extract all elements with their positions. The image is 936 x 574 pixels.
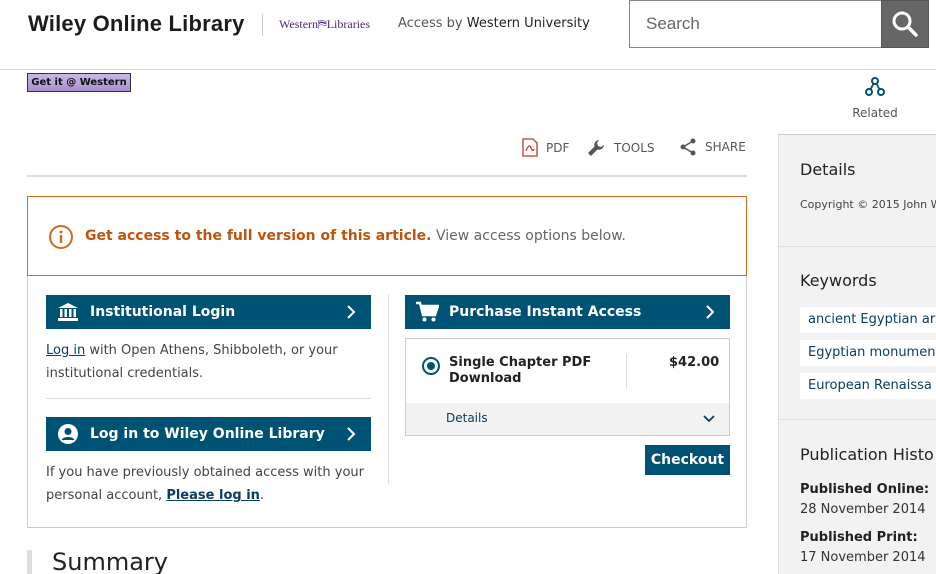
share-button[interactable]: SHARE [679, 138, 746, 156]
share-icon [680, 138, 696, 156]
product-radio[interactable] [422, 357, 440, 375]
published-print-value: 17 November 2014 [800, 550, 926, 565]
related-icon [865, 77, 885, 96]
institutional-text-line2: institutional credentials. [46, 366, 204, 381]
sidebar-divider [779, 246, 936, 247]
keyword-link[interactable]: European Renaissa [800, 373, 936, 399]
related-tab-label: Related [852, 106, 898, 120]
share-label: SHARE [705, 140, 746, 154]
tools-button[interactable]: TOOLS [586, 138, 655, 158]
published-online-value: 28 November 2014 [800, 502, 926, 517]
institutional-login-link[interactable]: Log in [46, 343, 85, 358]
product-option: Single Chapter PDF Download $42.00 Detai… [405, 338, 730, 436]
chevron-right-icon [706, 305, 715, 319]
purchase-instant-access-button[interactable]: Purchase Instant Access [405, 295, 730, 329]
product-name: Single Chapter PDF Download [449, 355, 592, 386]
sidebar-divider [779, 419, 936, 420]
wiley-login-text: If you have previously obtained access w… [46, 461, 376, 507]
keyword-link[interactable]: ancient Egyptian ar [800, 307, 936, 333]
alert-message: Get access to the full version of this a… [85, 228, 626, 244]
access-by-label: Access by [398, 16, 463, 31]
product-details-label: Details [446, 411, 488, 425]
search-field[interactable] [629, 0, 881, 48]
pdf-icon [522, 138, 538, 157]
header-divider [262, 14, 263, 36]
wiley-text-line1: If you have previously obtained access w… [46, 465, 364, 480]
cart-icon [416, 301, 439, 322]
alert-sub-text: View access options below. [435, 228, 626, 244]
user-icon [58, 424, 78, 444]
search-icon [892, 11, 918, 37]
wiley-login-button[interactable]: Log in to Wiley Online Library [46, 417, 371, 451]
wrench-icon [588, 140, 604, 156]
institutional-login-label: Institutional Login [90, 304, 236, 320]
published-online-label: Published Online: [800, 482, 930, 497]
keywords-heading: Keywords [800, 271, 877, 290]
search-button[interactable] [881, 0, 929, 48]
purchase-label: Purchase Instant Access [449, 304, 642, 320]
please-log-in-link[interactable]: Please log in [166, 488, 260, 503]
pdf-label: PDF [546, 140, 570, 155]
checkout-button[interactable]: Checkout [645, 445, 730, 475]
chevron-right-icon [347, 427, 356, 441]
institutional-login-text: Log in with Open Athens, Shibboleth, or … [46, 339, 376, 385]
login-divider [46, 398, 371, 399]
details-heading: Details [800, 160, 856, 179]
site-header: Wiley Online Library Western⛿Libraries A… [0, 0, 936, 70]
info-icon [49, 225, 73, 249]
copyright-text: Copyright © 2015 John W [800, 198, 936, 211]
publication-history-heading: Publication Histo [800, 445, 934, 464]
summary-accent-bar [27, 550, 32, 574]
tools-label: TOOLS [614, 141, 655, 155]
chevron-right-icon [347, 305, 356, 319]
access-alert: Get access to the full version of this a… [27, 196, 747, 276]
search-input[interactable] [630, 1, 881, 47]
wiley-text-line2-post: . [259, 488, 265, 503]
institutional-text-line1: with Open Athens, Shibboleth, or your [85, 343, 338, 358]
institution-access-label: Access by Western University [398, 16, 590, 31]
institution-icon [58, 303, 78, 321]
product-details-toggle[interactable]: Details [406, 403, 729, 435]
product-divider [626, 354, 627, 388]
access-options-panel: Institutional Login Log in with Open Ath… [27, 276, 747, 528]
wiley-logo[interactable]: Wiley Online Library [28, 11, 245, 37]
institutional-login-button[interactable]: Institutional Login [46, 295, 371, 329]
wiley-text-line2-pre: personal account, [46, 488, 167, 503]
related-tab[interactable]: Related [840, 76, 910, 120]
article-sidebar: Details Copyright © 2015 John W Keywords… [778, 135, 936, 574]
column-divider [388, 294, 389, 484]
product-price: $42.00 [669, 355, 720, 370]
published-print-label: Published Print: [800, 530, 918, 545]
keyword-link[interactable]: Egyptian monumen [800, 340, 936, 366]
chevron-down-icon [703, 415, 715, 423]
pdf-button[interactable]: PDF [522, 138, 569, 157]
wiley-login-label: Log in to Wiley Online Library [90, 426, 325, 442]
institution-name: Western University [466, 16, 590, 31]
summary-heading: Summary [52, 548, 168, 574]
toolbar-divider [27, 175, 747, 177]
alert-strong-text: Get access to the full version of this a… [85, 228, 432, 244]
get-it-at-western-button[interactable]: Get it @ Western [27, 73, 131, 92]
western-libraries-logo[interactable]: Western⛿Libraries [279, 17, 370, 32]
